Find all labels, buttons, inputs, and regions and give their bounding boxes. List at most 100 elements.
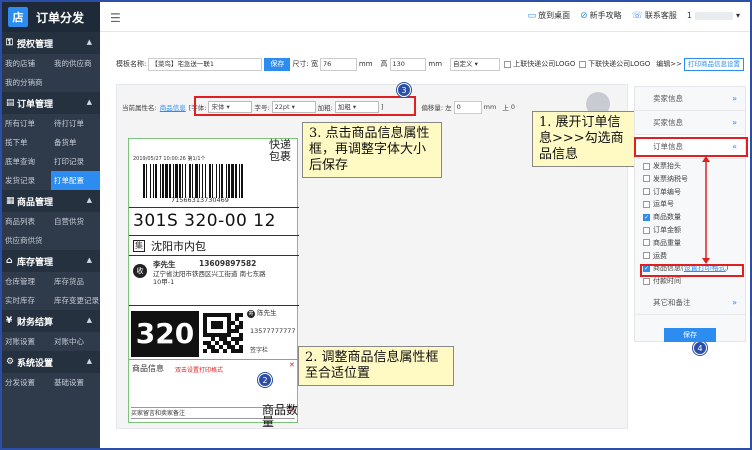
sidebar-item[interactable]: 备货单 [51, 137, 100, 148]
upper-logo-label: 上联快递公司LOGO [513, 60, 576, 68]
desktop-link[interactable]: ▭ 放到桌面 [528, 10, 571, 21]
sidebar-group-0[interactable]: ⚿ 授权管理 ▲ [2, 32, 100, 54]
sidebar-item[interactable]: 发货记录 [2, 175, 51, 186]
callout-step1: 1. 展开订单信息>>>勾选商品信息 [532, 111, 640, 167]
template-save-button[interactable]: 保存 [264, 57, 291, 71]
sidebar-item[interactable]: 我的分销商 [2, 77, 51, 88]
qr-module [211, 337, 215, 341]
sidebar-item[interactable]: 所有订单 [2, 118, 51, 129]
sidebar-group-5[interactable]: ⚙ 系统设置 ▲ [2, 351, 100, 373]
field-panel: 卖家信息» 买家信息» 订单信息 « 发票抬头 发票纳税号 订单编号 运单号 ✓ 商品数量订… [634, 86, 746, 342]
barcode-bar [182, 164, 183, 198]
offset-left-input[interactable]: 0 [453, 100, 482, 114]
qr-module [219, 321, 223, 325]
checkbox[interactable] [643, 252, 650, 260]
shipping-label[interactable]: 2019/05/27 10:00:26 第1/1个 快递包裹 715663137… [128, 138, 299, 423]
sidebar-group-3[interactable]: ⌂ 库存管理 ▲ [2, 250, 100, 272]
height-label: 高 [380, 60, 388, 68]
checkbox[interactable]: ✓ [643, 213, 650, 221]
field-option[interactable]: ✓ 商品数量 [643, 212, 681, 222]
menu-toggle-icon[interactable]: ☰ [110, 11, 121, 25]
checkbox[interactable] [643, 175, 650, 183]
sidebar-item[interactable]: 我的供应商 [51, 58, 100, 69]
barcode-bar [221, 164, 223, 198]
qr-module [239, 337, 243, 341]
sidebar-item[interactable]: 对账中心 [51, 336, 100, 347]
guide-link[interactable]: ⊘ 新手攻略 [580, 10, 622, 21]
lower-logo-checkbox[interactable] [579, 60, 587, 68]
product-info-option-highlight [640, 264, 744, 277]
sidebar-group-2[interactable]: ▦ 商品管理 ▲ [2, 190, 100, 212]
qr-module [203, 349, 207, 353]
lower-logo-label: 下联快递公司LOGO [588, 60, 651, 68]
sidebar-item[interactable]: 打印记录 [51, 156, 100, 167]
barcode-bar [195, 164, 198, 198]
receiver-name: 李先生 [153, 260, 176, 269]
sidebar-item[interactable]: 供应商供货 [2, 235, 51, 246]
product-quantity-field[interactable]: 商品数量 [262, 404, 298, 428]
qr-module [215, 333, 219, 337]
qr-module [207, 313, 211, 317]
remove-field-icon[interactable]: ✕ [289, 361, 295, 369]
field-option[interactable]: 运费 [643, 251, 667, 261]
sidebar-item[interactable]: 仓库管理 [2, 276, 51, 287]
buyer-info-section[interactable]: 买家信息» [635, 111, 745, 135]
sidebar-item[interactable]: 实时库存 [2, 295, 51, 306]
bag-name: 沈阳市内包 [151, 240, 206, 253]
edit-link[interactable]: 编辑>> [656, 59, 682, 69]
qr-module [223, 313, 227, 317]
barcode-bar [239, 164, 240, 198]
checkbox[interactable] [643, 162, 650, 170]
sidebar-item[interactable]: 待打订单 [51, 118, 100, 129]
template-name-input[interactable]: 【菜鸟】宅急送一联1 [148, 57, 263, 71]
field-option[interactable]: 发票抬头 [643, 161, 681, 171]
qr-module [207, 345, 211, 349]
chevron-up-icon: ▲ [86, 98, 92, 106]
field-option[interactable]: 订单编号 [643, 187, 681, 197]
qr-module [227, 325, 231, 329]
sidebar-item[interactable]: 自营供货 [51, 216, 100, 227]
checkbox[interactable] [643, 277, 650, 285]
field-option[interactable]: 订单金额 [643, 225, 681, 235]
sidebar-item[interactable]: 我的店铺 [2, 58, 51, 69]
sidebar-item[interactable]: 打单配置 [51, 171, 100, 190]
checkbox[interactable] [643, 239, 650, 247]
sidebar-item[interactable]: 库存变更记录 [51, 295, 100, 306]
sidebar-item[interactable]: 分发设置 [2, 377, 51, 388]
field-option[interactable]: 商品重量 [643, 238, 681, 248]
chevron-down-icon: » [732, 94, 737, 103]
width-input[interactable]: 76 [320, 57, 357, 71]
barcode-bar [241, 164, 243, 198]
barcode-bar [146, 164, 147, 198]
field-option[interactable]: 发票纳税号 [643, 174, 688, 184]
seller-info-section[interactable]: 卖家信息» [635, 87, 745, 111]
sidebar-item[interactable]: 底单查询 [2, 156, 51, 167]
size-select[interactable]: 自定义 ▾ [450, 57, 501, 71]
barcode-bar [219, 164, 220, 198]
upper-logo-checkbox[interactable] [504, 60, 512, 68]
field-option[interactable]: 运单号 [643, 199, 674, 209]
height-input[interactable]: 130 [389, 57, 427, 71]
qr-module [231, 349, 235, 353]
other-remarks-section[interactable]: 其它和备注» [635, 291, 745, 315]
sidebar-group-4[interactable]: ¥ 财务结算 ▲ [2, 310, 100, 332]
template-bar: 模板名称: 【菜鸟】宅急送一联1 保存 尺寸: 宽 76 mm 高 130 mm… [116, 55, 745, 73]
width-unit: mm [358, 60, 373, 68]
print-product-setting-button[interactable]: 打印商品信息设置 [684, 57, 745, 71]
checkbox[interactable] [643, 226, 650, 234]
sidebar-item[interactable]: 库存货品 [51, 276, 100, 287]
sidebar-group-1[interactable]: ▤ 订单管理 ▲ [2, 92, 100, 114]
support-link[interactable]: ☏ 联系客服 [632, 10, 677, 21]
user-menu[interactable]: 1 ▾ [687, 11, 740, 20]
sidebar-item[interactable]: 基础设置 [51, 377, 100, 388]
panel-save-button[interactable]: 保存 [664, 328, 716, 342]
sidebar-item[interactable]: 揽下单 [2, 137, 51, 148]
sidebar-item[interactable]: 商品列表 [2, 216, 51, 227]
barcode-bar [231, 164, 234, 198]
barcode-bar [202, 164, 203, 198]
sidebar-item[interactable]: 对账设置 [2, 336, 51, 347]
checkbox[interactable] [643, 200, 650, 208]
checkbox[interactable] [643, 188, 650, 196]
field-option[interactable]: 付款时间 [643, 276, 681, 286]
top-links: ▭ 放到桌面 ⊘ 新手攻略 ☏ 联系客服 1 ▾ [528, 10, 740, 21]
